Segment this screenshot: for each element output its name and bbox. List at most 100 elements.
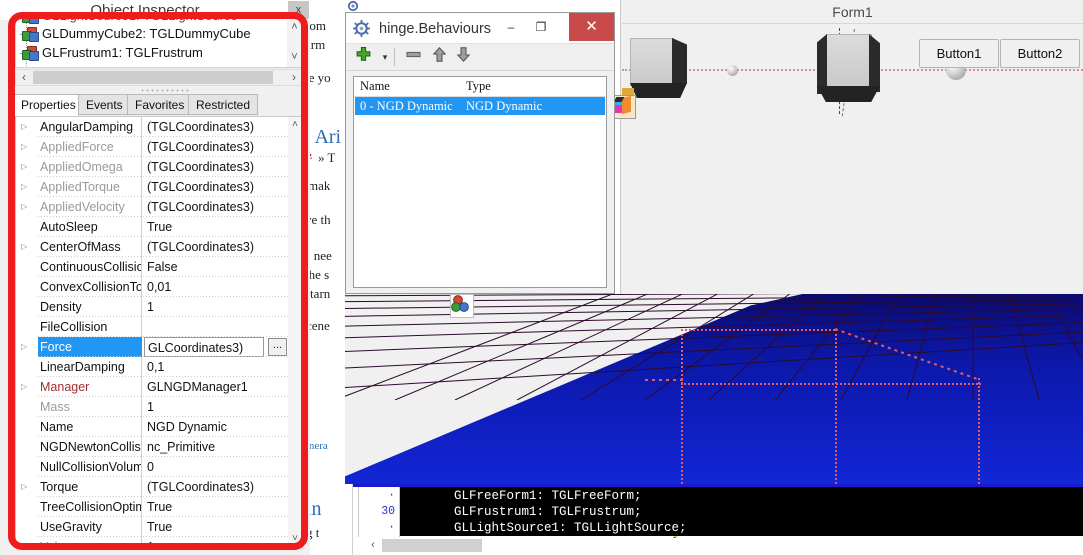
property-value[interactable]: True (144, 517, 288, 537)
form-designer: Form1 Button1 Button2 (620, 0, 1083, 295)
button2[interactable]: Button2 (1000, 39, 1080, 68)
column-header-name[interactable]: Name (360, 77, 390, 96)
tree-vertical-scrollbar[interactable]: ˄ ˅ (287, 19, 302, 67)
form-client-area[interactable]: Button1 Button2 (622, 23, 1083, 295)
move-up-icon[interactable] (427, 46, 451, 68)
gl-scene-viewport[interactable] (345, 294, 1083, 484)
add-icon[interactable] (351, 46, 375, 68)
expand-triangle-icon[interactable]: ▷ (21, 242, 30, 251)
property-value[interactable]: 1 (144, 537, 288, 548)
property-value[interactable]: GLNGDManager1 (144, 377, 288, 397)
property-row[interactable]: ▷AppliedTorque(TGLCoordinates3) (16, 177, 288, 197)
property-value[interactable] (144, 317, 288, 337)
property-value[interactable]: 0,1 (144, 357, 288, 377)
expand-triangle-icon[interactable]: ▷ (21, 182, 30, 191)
property-value[interactable]: NGD Dynamic (144, 417, 288, 437)
property-value[interactable]: (TGLCoordinates3) (144, 197, 288, 217)
editor-horizontal-scrollbar[interactable]: ‹ (364, 538, 1083, 553)
component-tree[interactable]: GLLightSource1: TGLLightSourceGLDummyCub… (15, 18, 303, 68)
property-row[interactable]: ▷AngularDamping(TGLCoordinates3) (16, 117, 288, 137)
expand-triangle-icon[interactable]: ▷ (21, 382, 30, 391)
property-value[interactable]: (TGLCoordinates3) (144, 177, 288, 197)
tab-restricted[interactable]: Restricted (188, 94, 258, 115)
scrollbar-thumb[interactable] (382, 539, 482, 552)
property-value[interactable]: (TGLCoordinates3) (144, 157, 288, 177)
scrollbar-thumb[interactable] (33, 71, 273, 84)
property-value[interactable]: GLCoordinates3) (144, 337, 264, 357)
property-value[interactable]: 0 (144, 457, 288, 477)
scroll-left-icon[interactable]: ‹ (366, 538, 380, 553)
tree-horizontal-scrollbar[interactable]: ‹ › (15, 69, 303, 86)
property-value[interactable]: (TGLCoordinates3) (144, 117, 288, 137)
expand-triangle-icon[interactable]: ▷ (21, 142, 30, 151)
expand-triangle-icon[interactable]: ▷ (21, 202, 30, 211)
expand-triangle-icon[interactable]: ▷ (21, 162, 30, 171)
editor-code-area[interactable]: GLFreeForm1: TGLFreeForm;GLFrustrum1: TG… (400, 487, 1083, 536)
design-cube-left[interactable] (630, 38, 687, 100)
property-row[interactable]: ▷ManagerGLNGDManager1 (16, 377, 288, 397)
property-value[interactable]: True (144, 217, 288, 237)
button1[interactable]: Button1 (919, 39, 999, 68)
tab-favorites[interactable]: Favorites (127, 94, 189, 115)
glscene-cube-icon[interactable] (612, 95, 636, 119)
property-editor-button[interactable]: ... (268, 338, 287, 356)
behaviours-list[interactable]: Name Type 0 - NGD Dynamic NGD Dynamic (353, 76, 607, 288)
property-row[interactable]: UseGravityTrue (16, 517, 288, 537)
expand-triangle-icon[interactable]: ▷ (21, 342, 30, 351)
glscene-object-icon[interactable] (450, 294, 474, 318)
background-text-fragment: mak (308, 178, 330, 194)
property-value[interactable]: (TGLCoordinates3) (144, 477, 288, 497)
property-row[interactable]: NameNGD Dynamic (16, 417, 288, 437)
property-value[interactable]: False (144, 257, 288, 277)
property-row[interactable]: ConvexCollisionTolerance0,01 (16, 277, 288, 297)
close-button[interactable]: ✕ (569, 13, 614, 41)
property-row[interactable]: ContinuousCollisionModeFalse (16, 257, 288, 277)
tab-events[interactable]: Events (78, 94, 128, 115)
property-grid-scrollbar[interactable]: ˄ ˅ (288, 117, 302, 547)
scroll-up-icon[interactable]: ˄ (287, 19, 302, 35)
expand-triangle-icon[interactable]: ▷ (21, 482, 30, 491)
property-value[interactable]: (TGLCoordinates3) (144, 137, 288, 157)
move-down-icon[interactable] (451, 46, 475, 68)
property-row[interactable]: LinearDamping0,1 (16, 357, 288, 377)
property-row[interactable]: AutoSleepTrue (16, 217, 288, 237)
property-value[interactable]: (TGLCoordinates3) (144, 237, 288, 257)
remove-icon[interactable] (401, 46, 425, 68)
property-value[interactable]: nc_Primitive (144, 437, 288, 457)
tab-properties[interactable]: Properties (13, 94, 79, 116)
property-row[interactable]: ▷AppliedOmega(TGLCoordinates3) (16, 157, 288, 177)
property-value[interactable]: 1 (144, 397, 288, 417)
property-grid[interactable]: ▷AngularDamping(TGLCoordinates3)▷Applied… (15, 116, 303, 548)
property-row[interactable]: TreeCollisionOptimizeTrue (16, 497, 288, 517)
tree-item[interactable]: GLFrustrum1: TGLFrustrum (22, 44, 203, 62)
property-value[interactable]: 1 (144, 297, 288, 317)
maximize-button[interactable]: ❐ (526, 13, 556, 41)
property-value[interactable]: True (144, 497, 288, 517)
property-row[interactable]: ▷Torque(TGLCoordinates3) (16, 477, 288, 497)
property-row[interactable]: ▷AppliedForce(TGLCoordinates3) (16, 137, 288, 157)
property-row[interactable]: Density1 (16, 297, 288, 317)
property-row[interactable]: NullCollisionVolume0 (16, 457, 288, 477)
expand-triangle-icon[interactable]: ▷ (21, 122, 30, 131)
property-row[interactable]: ▷ForceGLCoordinates3)... (16, 337, 288, 357)
list-item[interactable]: 0 - NGD Dynamic NGD Dynamic (355, 97, 605, 115)
dialog-title: hinge.Behaviours (379, 18, 491, 40)
minimize-button[interactable]: – (496, 13, 526, 41)
design-cube-center[interactable] (817, 34, 879, 106)
scroll-down-icon[interactable]: ˅ (288, 531, 302, 546)
property-row[interactable]: NGDNewtonCollisionsnc_Primitive (16, 437, 288, 457)
scroll-right-icon[interactable]: › (286, 70, 302, 85)
property-row[interactable]: FileCollision (16, 317, 288, 337)
tree-item[interactable]: GLDummyCube2: TGLDummyCube (22, 25, 251, 43)
column-header-type[interactable]: Type (466, 77, 491, 96)
property-row[interactable]: Volume1 (16, 537, 288, 548)
property-row[interactable]: Mass1 (16, 397, 288, 417)
property-value[interactable]: 0,01 (144, 277, 288, 297)
close-icon[interactable]: x (288, 1, 309, 19)
property-row[interactable]: ▷AppliedVelocity(TGLCoordinates3) (16, 197, 288, 217)
scroll-up-icon[interactable]: ˄ (288, 117, 302, 132)
design-sphere-small[interactable] (727, 65, 738, 76)
property-row[interactable]: ▷CenterOfMass(TGLCoordinates3) (16, 237, 288, 257)
scroll-left-icon[interactable]: ‹ (16, 70, 32, 85)
scroll-down-icon[interactable]: ˅ (287, 49, 302, 65)
